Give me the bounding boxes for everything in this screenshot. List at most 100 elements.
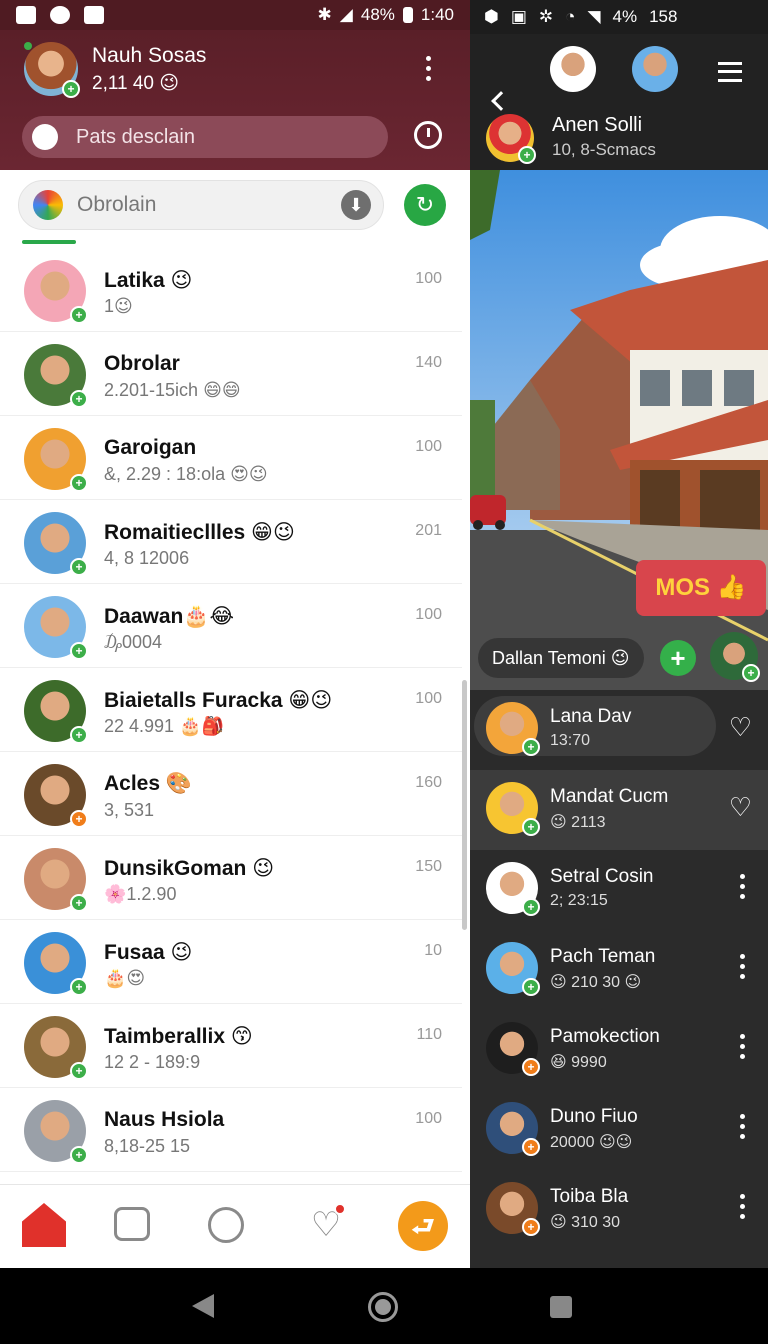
search-bar[interactable] <box>22 116 388 158</box>
chat-row[interactable]: + Naus Hsiola 8,18-25 15 100 <box>0 1088 462 1172</box>
viewer-avatar[interactable]: + <box>710 632 760 682</box>
member-name: Setral Cosin <box>550 866 654 887</box>
live-user-pill[interactable]: Dallan Temoni 😉 <box>478 638 644 678</box>
member-list: + Lana Dav 13:70 ♡ + Mandat Cucm 😉 2113 ♡ + Setra… <box>470 690 768 1250</box>
chat-list-pane: ✱ ◢ 48% 1:40 + Nauh Sosas 2,11 40 😉 O <box>0 0 470 1268</box>
message-preview: 4, 8 12006 <box>104 548 190 568</box>
nav-home-icon[interactable] <box>368 1292 398 1322</box>
more-options-icon[interactable] <box>738 954 746 979</box>
message-preview: ₯0004 <box>104 632 163 652</box>
scrollbar[interactable] <box>462 680 467 930</box>
online-badge-icon: + <box>70 1146 88 1164</box>
favorites-heart-icon[interactable]: ♡ <box>304 1203 348 1247</box>
online-badge-icon: + <box>70 894 88 912</box>
more-options-icon[interactable] <box>738 1194 746 1219</box>
member-avatar: + <box>486 1182 540 1236</box>
chat-row[interactable]: + Romaitiecllles 😁😉 4, 8 12006 201 <box>0 500 462 584</box>
filter-bar[interactable]: Obrolain ⬇ <box>18 180 384 230</box>
member-avatar: + <box>486 1022 540 1076</box>
message-count: 201 <box>415 522 442 539</box>
profile-subtitle: 2,11 40 😉 <box>92 73 180 94</box>
street-photo[interactable]: MOS 👍 Dallan Temoni 😉 + + <box>470 170 768 690</box>
member-row[interactable]: + Duno Fiuo 20000 😉😉 <box>470 1090 768 1170</box>
message-count: 100 <box>415 1110 442 1127</box>
contact-name: Biaietalls Furacka 😁😉 <box>104 689 333 712</box>
message-count: 100 <box>415 690 442 707</box>
chat-list: + Latika 😉 1😉 100 + Obrolar 2.201-15ich 😄😄 140 +… <box>0 248 462 1172</box>
chat-row[interactable]: + Acles 🎨 3, 531 160 <box>0 752 462 836</box>
alarm-icon: ◔ <box>565 7 576 26</box>
member-row[interactable]: + Toiba Bla 😉 310 30 <box>470 1170 768 1250</box>
like-heart-icon[interactable]: ♡ <box>729 712 752 743</box>
more-options-icon[interactable] <box>738 1114 746 1139</box>
clock-time: 1:40 <box>420 5 454 24</box>
contact-name: Fusaa 😉 <box>104 941 193 964</box>
channel-header: + Anen Solli 10, 8-Scmacs <box>470 34 768 170</box>
member-row[interactable]: + Pach Teman 😉 210 30 😉 <box>470 930 768 1010</box>
message-preview: 1😉 <box>104 296 133 316</box>
photo-sticker-label: MOS 👍 <box>636 560 766 616</box>
member-row[interactable]: + Mandat Cucm 😉 2113 ♡ <box>470 770 768 850</box>
more-options-icon[interactable] <box>424 56 432 81</box>
message-count: 140 <box>415 354 442 371</box>
online-badge-icon: + <box>70 474 88 492</box>
refresh-button[interactable]: ↻ <box>404 184 446 226</box>
contact-avatar: + <box>24 932 88 996</box>
profile-avatar[interactable]: + <box>24 42 80 98</box>
member-name: Toiba Bla <box>550 1186 629 1207</box>
nav-recents-icon[interactable] <box>550 1296 572 1318</box>
online-badge-icon: + <box>62 80 80 98</box>
message-preview: 3, 531 <box>104 800 155 820</box>
chat-row[interactable]: + Taimberallix 😙 12 2 - 189:9 110 <box>0 1004 462 1088</box>
message-preview: 8,18-25 15 <box>104 1136 191 1156</box>
channel-avatar[interactable]: + <box>486 114 536 164</box>
download-icon[interactable]: ⬇ <box>341 190 371 220</box>
member-avatar[interactable] <box>550 46 596 92</box>
member-avatar: + <box>486 782 540 836</box>
online-badge-icon: + <box>70 390 88 408</box>
battery-level: 48% <box>360 5 395 24</box>
member-avatar: + <box>486 942 540 996</box>
status-badge-icon: + <box>522 898 540 916</box>
status-bar-left: ✱ ◢ 48% 1:40 <box>0 0 470 30</box>
member-avatar: + <box>486 702 540 756</box>
member-avatar[interactable] <box>632 46 678 92</box>
nav-back-icon[interactable] <box>192 1294 214 1318</box>
notification-dot-icon <box>334 1203 346 1215</box>
contact-name: Naus Hsiola <box>104 1108 225 1131</box>
screen: ✱ ◢ 48% 1:40 + Nauh Sosas 2,11 40 😉 O <box>0 0 768 1344</box>
member-row[interactable]: + Setral Cosin 2; 23:15 <box>470 850 768 930</box>
chat-row[interactable]: + Biaietalls Furacka 😁😉 22 4.991 🎂🎒 100 <box>0 668 462 752</box>
like-heart-icon[interactable]: ♡ <box>729 792 752 823</box>
active-tab-indicator <box>22 240 76 244</box>
more-options-icon[interactable] <box>738 874 746 899</box>
chat-row[interactable]: + DunsikGoman 😉 🌸1.2.90 150 <box>0 836 462 920</box>
add-button[interactable]: + <box>660 640 696 676</box>
sticker-icon[interactable] <box>208 1207 244 1243</box>
chat-row[interactable]: + Garoigan &, 2.29 : 18:ola 😍😉 100 <box>0 416 462 500</box>
home-icon[interactable] <box>22 1203 66 1247</box>
message-count: 100 <box>415 270 442 287</box>
camera-icon <box>50 6 70 24</box>
online-badge-icon: + <box>70 642 88 660</box>
chat-row[interactable]: + Fusaa 😉 🎂😍 10 <box>0 920 462 1004</box>
contact-avatar: + <box>24 680 88 744</box>
contact-avatar: + <box>24 764 88 828</box>
back-arrow-icon[interactable] <box>491 91 511 111</box>
search-input[interactable] <box>76 125 356 149</box>
more-options-icon[interactable] <box>738 1034 746 1059</box>
upload-chat-icon[interactable] <box>114 1207 150 1241</box>
chat-row[interactable]: + Daawan🎂😂 ₯0004 100 <box>0 584 462 668</box>
profile-name: Nauh Sosas <box>92 44 207 67</box>
chat-row[interactable]: + Obrolar 2.201-15ich 😄😄 140 <box>0 332 462 416</box>
member-subtitle: 😉 310 30 <box>550 1214 621 1231</box>
status-badge-icon: + <box>522 738 540 756</box>
filter-menu-icon[interactable] <box>718 62 742 82</box>
history-clock-icon[interactable] <box>414 121 442 149</box>
status-badge-icon: + <box>522 818 540 836</box>
more-options-icon[interactable] <box>726 122 734 127</box>
compose-button[interactable]: ⮐ <box>398 1201 448 1251</box>
member-row[interactable]: + Lana Dav 13:70 ♡ <box>470 690 768 770</box>
chat-row[interactable]: + Latika 😉 1😉 100 <box>0 248 462 332</box>
member-row[interactable]: + Pamokection 😆 9990 <box>470 1010 768 1090</box>
